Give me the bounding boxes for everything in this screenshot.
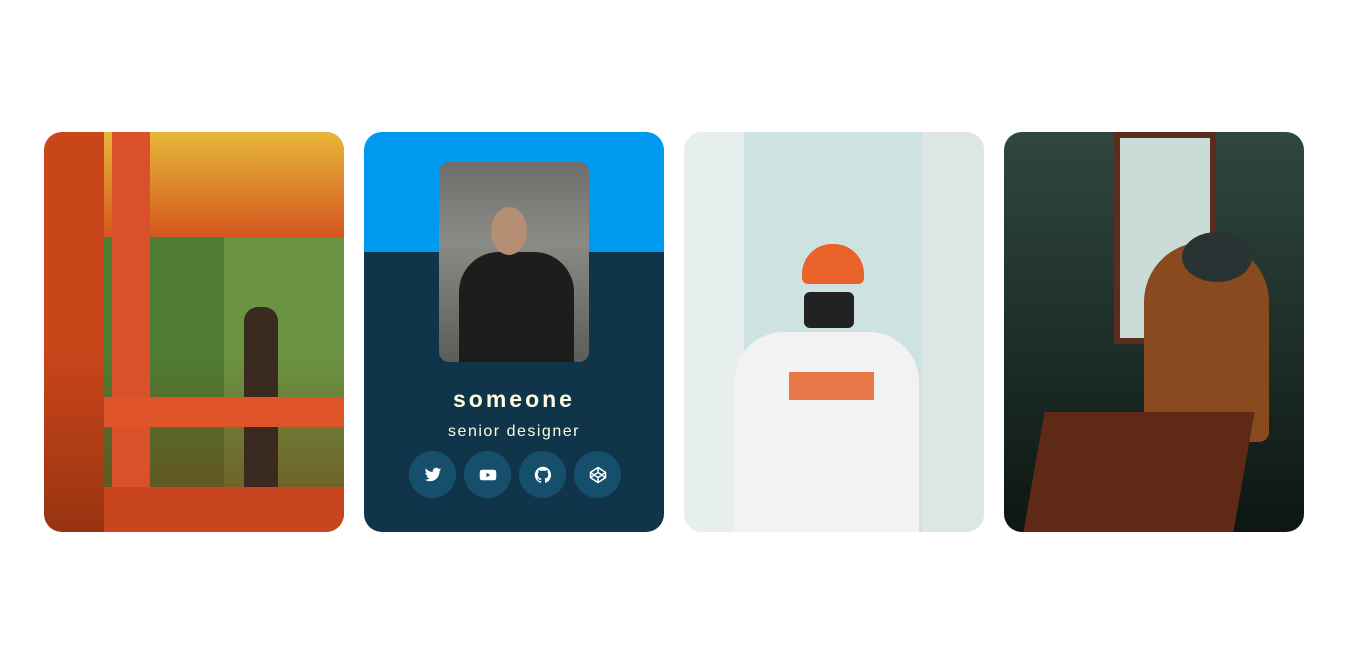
github-button[interactable]: [519, 451, 566, 498]
photo-card-camera: [684, 132, 984, 532]
youtube-button[interactable]: [464, 451, 511, 498]
profile-photo-head: [491, 207, 527, 255]
photo-railing: [104, 397, 344, 427]
photo-camera: [804, 292, 854, 328]
profile-photo: [439, 162, 589, 362]
profile-role: senior designer: [448, 423, 580, 440]
photo-pillar: [112, 132, 150, 532]
twitter-icon: [424, 467, 441, 481]
github-icon: [534, 466, 551, 483]
photo-hat: [1182, 232, 1252, 282]
profile-photo-body: [459, 252, 574, 362]
photo-cap: [802, 244, 864, 284]
photo-railing-base: [104, 487, 344, 532]
youtube-icon: [479, 469, 496, 480]
profile-name: someone: [453, 386, 575, 412]
photo-shirt: [734, 332, 919, 532]
codepen-button[interactable]: [574, 451, 621, 498]
photo-table: [1023, 412, 1255, 532]
photo-card-pagoda: [44, 132, 344, 532]
profile-card: someone senior designer: [364, 132, 664, 532]
photo-post: [922, 132, 984, 532]
codepen-icon: [589, 466, 606, 483]
social-links: [409, 451, 621, 498]
photo-shirt-logo: [789, 372, 874, 400]
twitter-button[interactable]: [409, 451, 456, 498]
photo-card-cafe: [1004, 132, 1304, 532]
